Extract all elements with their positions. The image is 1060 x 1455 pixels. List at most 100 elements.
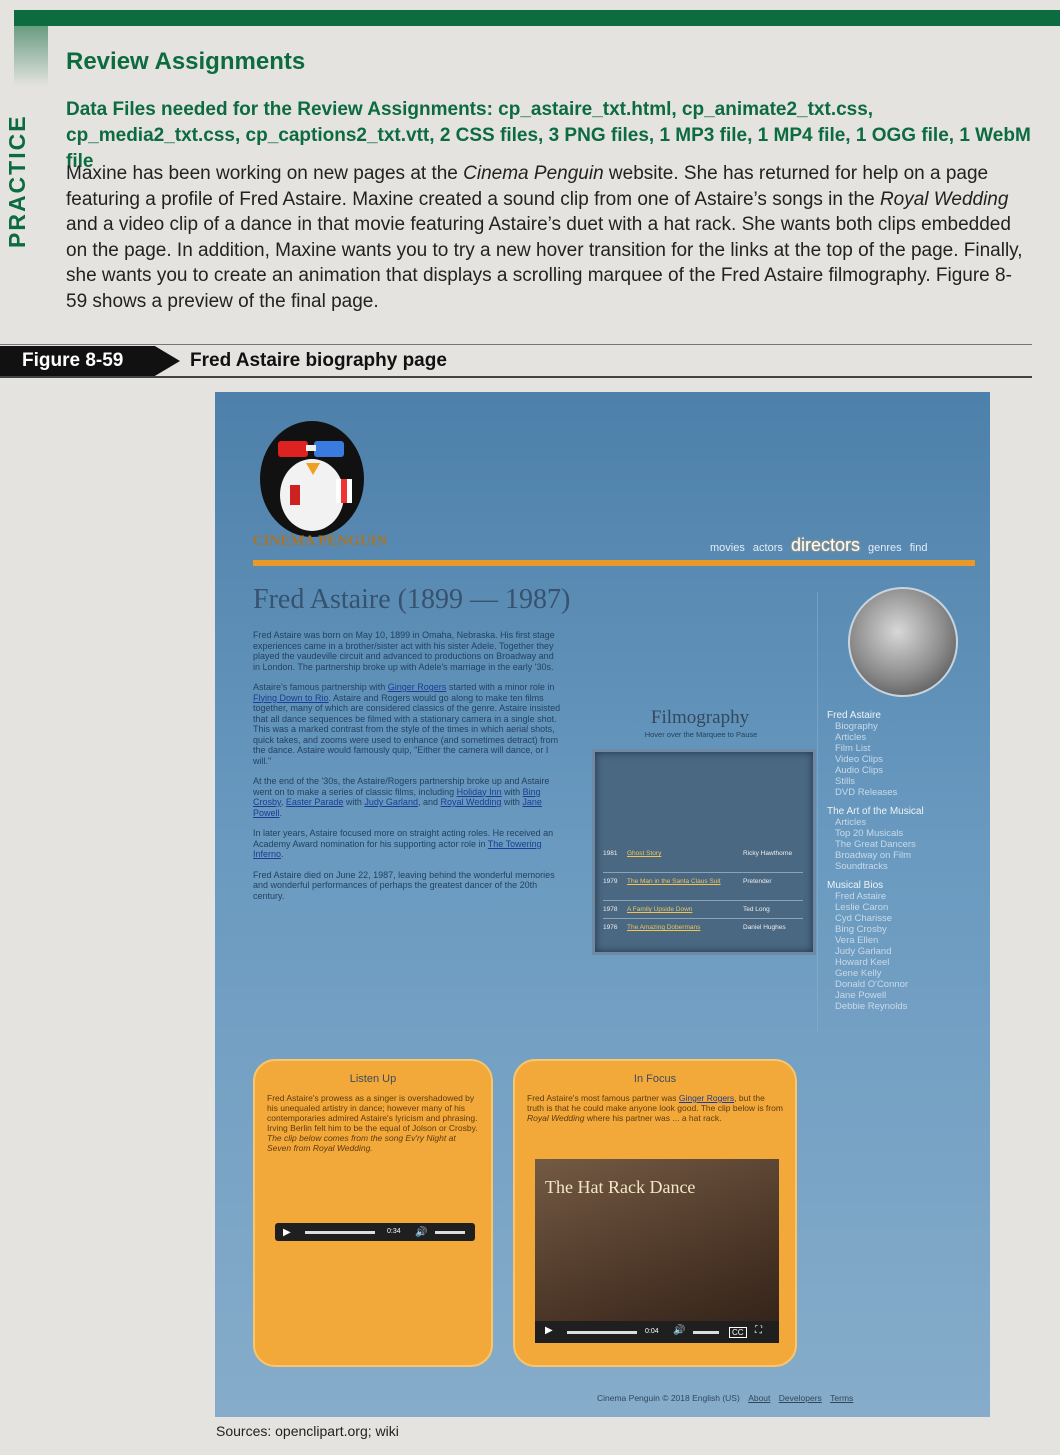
logo-text: CINEMA PENGUIN — [253, 533, 388, 549]
sidebar-link[interactable]: Leslie Caron — [827, 902, 924, 913]
figure-caption: Fred Astaire biography page — [190, 350, 447, 371]
nav-underline — [253, 560, 975, 566]
figure-rule-bottom — [0, 376, 1032, 378]
bio-text: Fred Astaire was born on May 10, 1899 in… — [253, 630, 563, 911]
in-focus-text: Fred Astaire's most famous partner was G… — [527, 1093, 783, 1123]
volume-slider[interactable] — [693, 1331, 719, 1334]
sidebar-link[interactable]: Soundtracks — [827, 861, 924, 872]
video-time: 0:04 — [645, 1328, 659, 1335]
film-link[interactable]: Ghost Story — [627, 850, 661, 857]
sidebar-link[interactable]: Film List — [827, 743, 924, 754]
sidebar-link[interactable]: Jane Powell — [827, 990, 924, 1001]
video-progress-bar[interactable] — [567, 1331, 637, 1334]
filmography-hint: Hover over the Marquee to Pause — [644, 730, 758, 739]
sidebar-link[interactable]: Bing Crosby — [827, 924, 924, 935]
audio-progress-bar[interactable] — [305, 1231, 375, 1234]
filmography-title: Filmography — [650, 707, 750, 728]
in-focus-box: In Focus Fred Astaire's most famous part… — [513, 1059, 797, 1367]
sidebar-link[interactable]: The Great Dancers — [827, 839, 924, 850]
sidebar-link[interactable]: Fred Astaire — [827, 891, 924, 902]
nav-movies[interactable]: movies — [710, 542, 745, 554]
nav-actors[interactable]: actors — [753, 542, 783, 554]
figure-label: Figure 8-59 — [0, 346, 180, 376]
listen-up-title: Listen Up — [349, 1073, 397, 1085]
bio-paragraph: Fred Astaire was born on May 10, 1899 in… — [253, 630, 555, 672]
sidebar-nav: Fred Astaire Biography Articles Film List V… — [827, 702, 924, 1012]
marquee-row: 1978 A Family Upside Down Ted Long — [603, 906, 803, 919]
sidebar-link[interactable]: Donald O'Connor — [827, 979, 924, 990]
volume-slider[interactable] — [435, 1231, 465, 1234]
figure-sources: Sources: openclipart.org; wiki — [216, 1423, 399, 1439]
nav-find[interactable]: find — [910, 542, 928, 554]
audio-time: 0:34 — [387, 1228, 401, 1235]
section-title: Review Assignments — [66, 48, 306, 75]
filmography-marquee[interactable]: 1981 Ghost Story Ricky Hawthorne 1979 Th… — [592, 749, 816, 955]
film-link[interactable]: A Family Upside Down — [627, 906, 692, 913]
bio-title: Fred Astaire (1899 — 1987) — [253, 584, 571, 615]
sidebar-link[interactable]: Howard Keel — [827, 957, 924, 968]
figure-rule-top — [0, 344, 1032, 345]
in-focus-title: In Focus — [633, 1073, 677, 1085]
nav-directors[interactable]: directors — [791, 535, 860, 555]
link-ginger-rogers[interactable]: Ginger Rogers — [388, 682, 447, 692]
sidebar-heading: Fred Astaire — [827, 710, 881, 721]
sidebar-link[interactable]: Gene Kelly — [827, 968, 924, 979]
play-icon[interactable]: ▶ — [283, 1227, 291, 1238]
marquee-row: 1979 The Man in the Santa Claus Suit Pre… — [603, 878, 803, 901]
sidebar-link[interactable]: Top 20 Musicals — [827, 828, 924, 839]
assignment-paragraph: Maxine has been working on new pages at … — [66, 163, 1023, 312]
bio-paragraph: In later years, Astaire focused more on … — [253, 828, 554, 859]
corner-accent — [14, 26, 48, 86]
marquee-row: 1981 Ghost Story Ricky Hawthorne — [603, 850, 803, 873]
column-divider — [817, 592, 818, 1032]
top-nav: movies actors directors genres find — [705, 535, 927, 556]
sidebar-link[interactable]: Vera Ellen — [827, 935, 924, 946]
sidebar-link[interactable]: Cyd Charisse — [827, 913, 924, 924]
link-flying-down-to-rio[interactable]: Flying Down to Rio — [253, 693, 329, 703]
penguin-logo: CINEMA PENGUIN — [253, 421, 388, 549]
video-controls: ▶ 0:04 🔊 CC ⛶ — [535, 1321, 779, 1343]
astaire-photo — [848, 587, 958, 697]
marquee-row: 1976 The Amazing Dobermans Daniel Hughes — [603, 924, 786, 931]
link-ginger-rogers[interactable]: Ginger Rogers — [679, 1093, 734, 1103]
header-bar — [14, 10, 1060, 26]
sidebar-link[interactable]: Broadway on Film — [827, 850, 924, 861]
bio-paragraph: At the end of the '30s, the Astaire/Roge… — [253, 776, 550, 818]
sidebar-link[interactable]: Articles — [827, 732, 924, 743]
bio-paragraph: Astaire's famous partnership with Ginger… — [253, 682, 561, 766]
video-player[interactable]: The Hat Rack Dance ▶ 0:04 🔊 CC ⛶ — [535, 1159, 779, 1343]
sidebar-link[interactable]: Biography — [827, 721, 924, 732]
footer-link-about[interactable]: About — [748, 1393, 770, 1403]
footer-link-terms[interactable]: Terms — [830, 1393, 853, 1403]
sidebar-link[interactable]: Articles — [827, 817, 924, 828]
film-link[interactable]: The Amazing Dobermans — [627, 924, 700, 931]
link-judy-garland[interactable]: Judy Garland — [364, 797, 418, 807]
nav-genres[interactable]: genres — [868, 542, 902, 554]
captions-icon[interactable]: CC — [729, 1327, 747, 1338]
video-title: The Hat Rack Dance — [545, 1177, 696, 1197]
audio-player[interactable]: ▶ 0:34 🔊 — [275, 1223, 475, 1241]
sidebar-heading: The Art of the Musical — [827, 806, 924, 817]
listen-up-text: Fred Astaire's prowess as a singer is ov… — [267, 1093, 478, 1153]
listen-up-box: Listen Up Fred Astaire's prowess as a si… — [253, 1059, 493, 1367]
film-link[interactable]: The Man in the Santa Claus Suit — [627, 878, 721, 885]
volume-icon[interactable]: 🔊 — [673, 1325, 685, 1336]
site-footer: Cinema Penguin © 2018 English (US) About… — [591, 1393, 853, 1403]
sidebar-link[interactable]: Video Clips — [827, 754, 924, 765]
sidebar-heading: Musical Bios — [827, 880, 884, 891]
footer-link-developers[interactable]: Developers — [779, 1393, 822, 1403]
sidebar-link[interactable]: Stills — [827, 776, 924, 787]
play-icon[interactable]: ▶ — [545, 1325, 553, 1336]
link-easter-parade[interactable]: Easter Parade — [286, 797, 344, 807]
volume-icon[interactable]: 🔊 — [415, 1227, 427, 1238]
webpage-screenshot: CINEMA PENGUIN movies actors directors g… — [215, 392, 990, 1417]
sidebar-link[interactable]: Debbie Reynolds — [827, 1001, 924, 1012]
bio-paragraph: Fred Astaire died on June 22, 1987, leav… — [253, 869, 555, 901]
sidebar-link[interactable]: DVD Releases — [827, 787, 924, 798]
sidebar-link[interactable]: Judy Garland — [827, 946, 924, 957]
link-holiday-inn[interactable]: Holiday Inn — [457, 787, 502, 797]
fullscreen-icon[interactable]: ⛶ — [755, 1325, 762, 1336]
footer-copyright: Cinema Penguin © 2018 English (US) — [597, 1393, 740, 1403]
sidebar-link[interactable]: Audio Clips — [827, 765, 924, 776]
link-royal-wedding[interactable]: Royal Wedding — [440, 797, 501, 807]
